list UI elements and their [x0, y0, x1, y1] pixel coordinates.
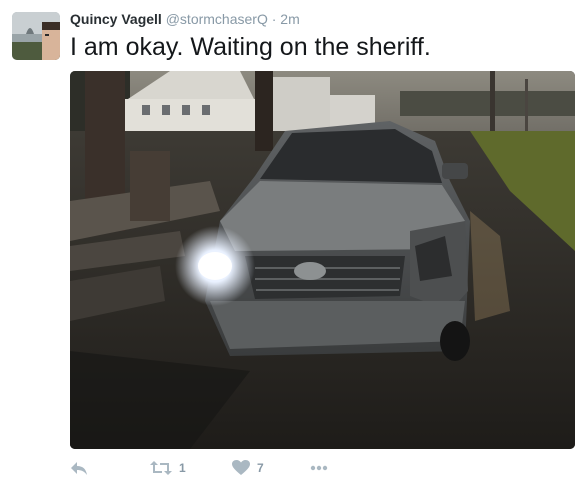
tweet-photo[interactable]	[70, 71, 575, 449]
retweet-icon	[150, 461, 172, 475]
meta-separator: ·	[271, 11, 277, 27]
retweet-button[interactable]: 1	[150, 456, 186, 480]
heart-icon	[232, 460, 250, 475]
reply-icon	[71, 462, 87, 475]
author-name[interactable]: Quincy Vagell	[70, 11, 162, 27]
photo-of-damaged-car	[70, 71, 575, 449]
like-count: 7	[257, 461, 264, 475]
more-icon	[310, 465, 328, 471]
more-button[interactable]	[310, 456, 328, 480]
tweet-text: I am okay. Waiting on the sheriff.	[70, 33, 431, 61]
tweet-timestamp[interactable]: 2m	[280, 11, 299, 27]
tweet-card[interactable]: Quincy Vagell @stormchaserQ · 2m I am ok…	[0, 0, 587, 487]
reply-button[interactable]	[70, 456, 88, 480]
avatar[interactable]	[12, 12, 60, 60]
author-handle[interactable]: @stormchaserQ	[166, 11, 268, 27]
tweet-actions: 1 7	[70, 456, 370, 480]
tweet-header: Quincy Vagell @stormchaserQ · 2m	[70, 10, 300, 28]
retweet-count: 1	[179, 461, 186, 475]
like-button[interactable]: 7	[232, 456, 264, 480]
avatar-image	[12, 12, 60, 60]
